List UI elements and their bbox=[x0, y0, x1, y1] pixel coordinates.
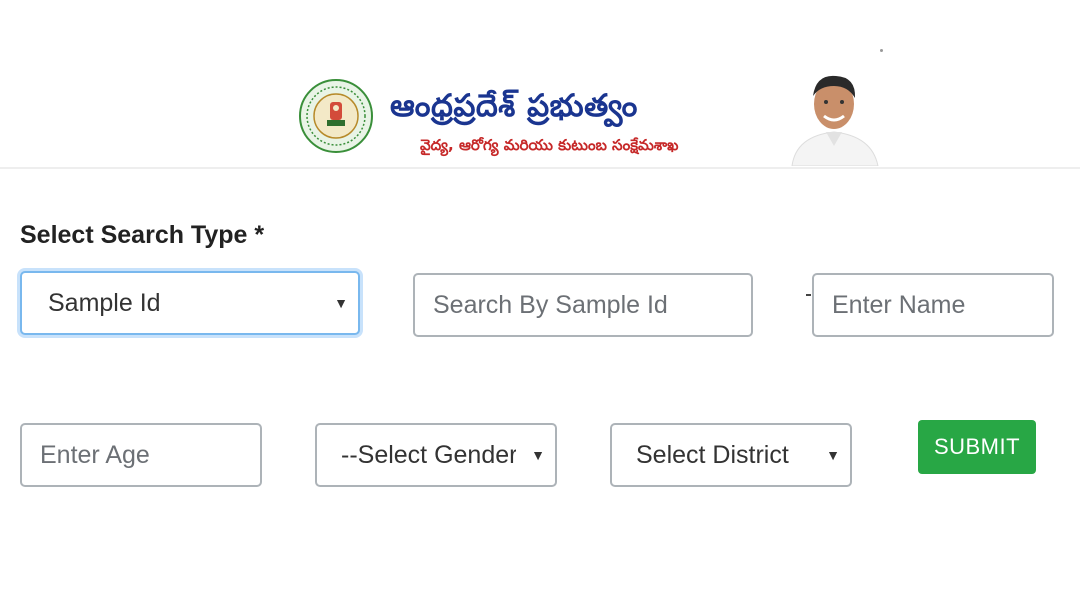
district-select[interactable]: Select District ▼ bbox=[610, 423, 852, 487]
age-placeholder: Enter Age bbox=[40, 440, 150, 469]
submit-button[interactable]: SUBMIT bbox=[918, 420, 1036, 474]
sample-id-placeholder: Search By Sample Id bbox=[433, 290, 668, 319]
dropdown-arrow-icon: ▼ bbox=[826, 447, 840, 463]
decorative-dot bbox=[880, 49, 883, 52]
department-title: వైద్య, ఆరోగ్య మరియు కుటుంబ సంక్షేమశాఖ bbox=[420, 136, 679, 154]
header: ఆంధ్రప్రదేశ్ ప్రభుత్వం వైద్య, ఆరోగ్య మరి… bbox=[0, 0, 1080, 169]
chief-minister-portrait bbox=[791, 75, 879, 166]
district-value: Select District bbox=[636, 440, 789, 469]
andhra-pradesh-emblem-icon bbox=[299, 79, 373, 153]
government-title: ఆంధ్రప్రదేశ్ ప్రభుత్వం bbox=[390, 88, 638, 124]
sample-id-search-input[interactable]: Search By Sample Id bbox=[413, 273, 753, 337]
page: ఆంధ్రప్రదేశ్ ప్రభుత్వం వైద్య, ఆరోగ్య మరి… bbox=[0, 0, 1080, 609]
search-type-select[interactable]: Sample Id ▼ bbox=[20, 271, 360, 335]
age-input[interactable]: Enter Age bbox=[20, 423, 262, 487]
decorative-tick bbox=[806, 294, 811, 296]
dropdown-arrow-icon: ▼ bbox=[334, 295, 348, 311]
gender-select[interactable]: --Select Gender ▼ bbox=[315, 423, 557, 487]
search-type-value: Sample Id bbox=[48, 288, 161, 317]
government-banner: ఆంధ్రప్రదేశ్ ప్రభుత్వం వైద్య, ఆరోగ్య మరి… bbox=[298, 60, 888, 168]
dropdown-arrow-icon: ▼ bbox=[531, 447, 545, 463]
gender-value: --Select Gender bbox=[341, 440, 516, 469]
search-type-label: Select Search Type * bbox=[20, 221, 265, 249]
name-placeholder: Enter Name bbox=[832, 290, 966, 319]
name-input[interactable]: Enter Name bbox=[812, 273, 1054, 337]
